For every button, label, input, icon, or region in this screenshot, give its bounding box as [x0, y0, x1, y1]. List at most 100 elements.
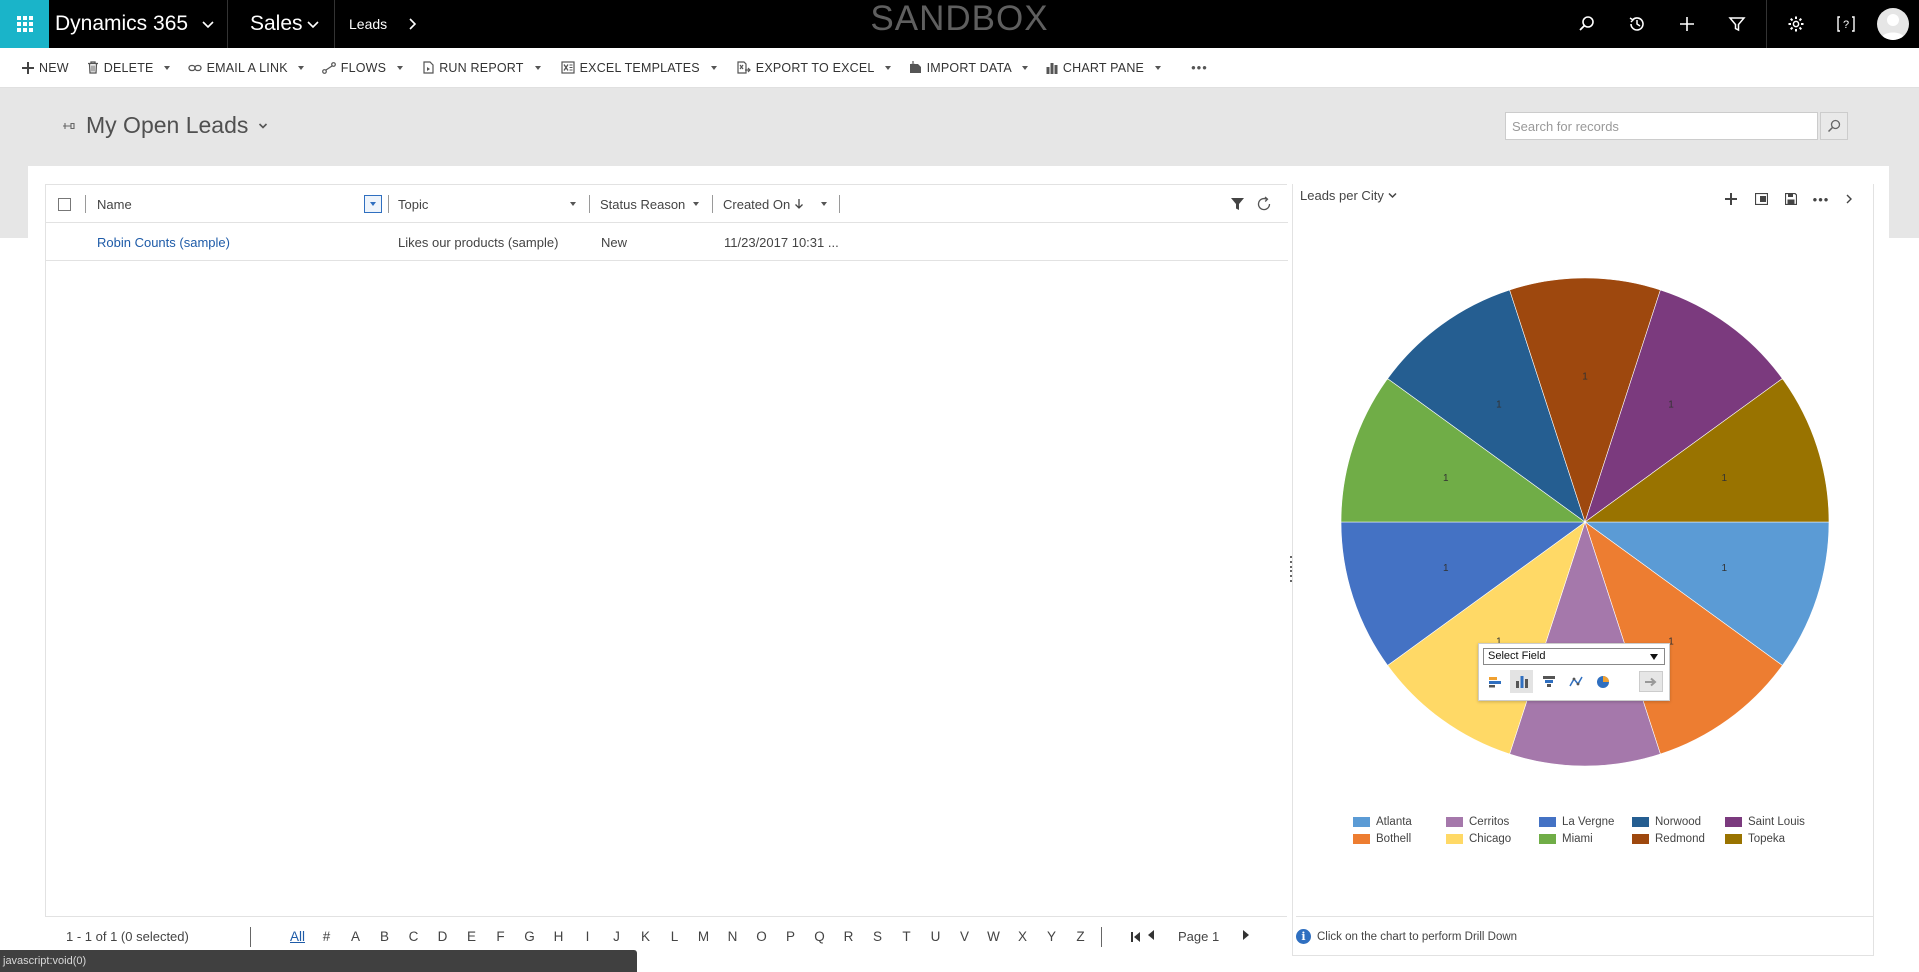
alphabet-filter-r[interactable]: R [834, 929, 863, 944]
email-link-button[interactable]: EMAIL A LINK [182, 48, 294, 88]
drill-pie-chart-option[interactable] [1591, 670, 1614, 693]
legend-label: Topeka [1748, 833, 1786, 845]
alphabet-filter-m[interactable]: M [689, 929, 718, 944]
alphabet-filter-p[interactable]: P [776, 929, 805, 944]
legend-item-chicago[interactable]: Chicago [1446, 832, 1539, 846]
alphabet-filter-all[interactable]: All [283, 929, 312, 944]
search-records-button[interactable] [1820, 112, 1848, 140]
created-sort-dropdown[interactable] [821, 185, 827, 223]
alphabet-filter-hash[interactable]: # [312, 929, 341, 944]
alphabet-filter-z[interactable]: Z [1066, 929, 1095, 944]
alphabet-filter-b[interactable]: B [370, 929, 399, 944]
module-switcher[interactable]: Sales [228, 0, 335, 48]
topic-sort-dropdown[interactable] [570, 185, 576, 223]
column-header-name[interactable]: Name [97, 185, 297, 223]
drill-column-chart-option[interactable] [1510, 670, 1533, 693]
app-launcher-button[interactable] [0, 0, 49, 48]
alphabet-filter-a[interactable]: A [341, 929, 370, 944]
select-all-checkbox[interactable] [58, 197, 71, 211]
advanced-find-button[interactable] [1712, 0, 1762, 48]
help-button[interactable]: ? [1821, 0, 1871, 48]
alphabet-filter-f[interactable]: F [486, 929, 515, 944]
waffle-icon [16, 16, 33, 32]
legend-item-la-vergne[interactable]: La Vergne [1539, 815, 1632, 829]
export-excel-dropdown[interactable] [881, 48, 895, 88]
status-sort-dropdown[interactable] [693, 185, 699, 223]
alphabet-filter-n[interactable]: N [718, 929, 747, 944]
email-link-dropdown[interactable] [294, 48, 308, 88]
view-selector[interactable]: My Open Leads [62, 112, 268, 139]
legend-item-bothell[interactable]: Bothell [1353, 832, 1446, 846]
name-filter-button[interactable] [364, 195, 382, 213]
drill-line-chart-option[interactable] [1564, 670, 1587, 693]
chart-more-button[interactable]: ••• [1806, 188, 1836, 210]
funnel-chart-icon [1542, 676, 1555, 687]
column-header-created-on[interactable]: Created On [723, 185, 833, 223]
grid-filter-button[interactable] [1230, 185, 1245, 223]
expand-chart-button[interactable] [1746, 188, 1776, 210]
alphabet-filter-i[interactable]: I [573, 929, 602, 944]
column-separator [712, 195, 713, 213]
flows-button[interactable]: FLOWS [316, 48, 409, 88]
alphabet-filter-x[interactable]: X [1008, 929, 1037, 944]
alphabet-filter-o[interactable]: O [747, 929, 776, 944]
user-avatar[interactable] [1877, 8, 1909, 40]
legend-item-norwood[interactable]: Norwood [1632, 815, 1725, 829]
column-header-topic[interactable]: Topic [398, 185, 628, 223]
delete-more-dropdown[interactable] [160, 48, 174, 88]
grid-refresh-button[interactable] [1256, 185, 1272, 223]
drill-go-button[interactable] [1639, 671, 1663, 692]
app-switcher[interactable]: Dynamics 365 [49, 0, 228, 48]
alphabet-filter-l[interactable]: L [660, 929, 689, 944]
recent-button[interactable] [1612, 0, 1662, 48]
alphabet-filter-g[interactable]: G [515, 929, 544, 944]
record-name-link[interactable]: Robin Counts (sample) [97, 235, 230, 250]
new-button[interactable]: NEW [16, 48, 75, 88]
run-report-button[interactable]: RUN REPORT [417, 48, 546, 88]
settings-button[interactable] [1771, 0, 1821, 48]
search-records-input[interactable] [1506, 113, 1817, 139]
export-excel-button[interactable]: EXPORT TO EXCEL [731, 48, 881, 88]
chart-selector[interactable]: Leads per City [1300, 188, 1397, 203]
first-page-button[interactable] [1130, 931, 1142, 943]
create-button[interactable] [1662, 0, 1712, 48]
alphabet-filter-c[interactable]: C [399, 929, 428, 944]
import-data-button[interactable]: IMPORT DATA [903, 48, 1018, 88]
excel-templates-button[interactable]: EXCEL TEMPLATES [555, 48, 723, 88]
alphabet-filter-e[interactable]: E [457, 929, 486, 944]
previous-page-button[interactable] [1146, 929, 1156, 944]
alphabet-filter-j[interactable]: J [602, 929, 631, 944]
drill-field-select[interactable]: Select Field [1483, 648, 1665, 665]
alphabet-filter-q[interactable]: Q [805, 929, 834, 944]
next-page-button[interactable] [1241, 929, 1251, 944]
legend-item-redmond[interactable]: Redmond [1632, 832, 1725, 846]
import-data-dropdown[interactable] [1018, 48, 1032, 88]
drill-bar-chart-option[interactable] [1483, 670, 1506, 693]
delete-button[interactable]: DELETE [81, 48, 160, 88]
collapse-chart-button[interactable] [1836, 188, 1862, 210]
alphabet-filter-d[interactable]: D [428, 929, 457, 944]
chart-pane-button[interactable]: CHART PANE [1040, 48, 1167, 88]
column-separator [589, 195, 590, 213]
new-chart-button[interactable] [1716, 188, 1746, 210]
alphabet-filter-u[interactable]: U [921, 929, 950, 944]
alphabet-filter-t[interactable]: T [892, 929, 921, 944]
breadcrumb[interactable]: Leads [335, 0, 433, 48]
legend-item-topeka[interactable]: Topeka [1725, 832, 1818, 846]
row-status-cell: New [601, 223, 627, 261]
legend-item-miami[interactable]: Miami [1539, 832, 1632, 846]
save-chart-button[interactable] [1776, 188, 1806, 210]
legend-item-cerritos[interactable]: Cerritos [1446, 815, 1539, 829]
drill-funnel-chart-option[interactable] [1537, 670, 1560, 693]
alphabet-filter-w[interactable]: W [979, 929, 1008, 944]
alphabet-filter-y[interactable]: Y [1037, 929, 1066, 944]
alphabet-filter-s[interactable]: S [863, 929, 892, 944]
alphabet-filter-v[interactable]: V [950, 929, 979, 944]
legend-item-atlanta[interactable]: Atlanta [1353, 815, 1446, 829]
alphabet-filter-k[interactable]: K [631, 929, 660, 944]
alphabet-filter-h[interactable]: H [544, 929, 573, 944]
legend-item-saint-louis[interactable]: Saint Louis [1725, 815, 1818, 829]
search-button[interactable] [1562, 0, 1612, 48]
more-commands-button[interactable]: ••• [1185, 48, 1214, 88]
table-row[interactable]: Robin Counts (sample) Likes our products… [46, 223, 1288, 261]
